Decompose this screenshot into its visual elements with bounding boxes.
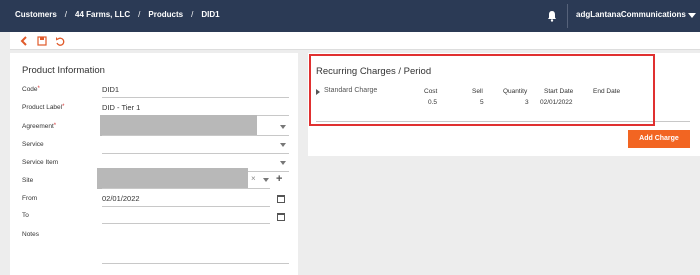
notification-bell-icon[interactable]: [546, 10, 558, 22]
notes-textarea[interactable]: [102, 231, 289, 261]
chevron-down-icon[interactable]: [280, 143, 286, 147]
site-label: Site: [22, 177, 34, 184]
back-arrow-icon[interactable]: [18, 35, 30, 47]
undo-icon[interactable]: [54, 35, 66, 47]
from-label: From: [22, 195, 38, 202]
from-underline: [102, 206, 270, 207]
service-item-label: Service Item: [22, 159, 59, 166]
site-select[interactable]: [97, 168, 248, 189]
save-icon[interactable]: [36, 35, 48, 47]
product-label-label: Product Label*: [22, 104, 65, 111]
highlight-annotation: [309, 54, 655, 126]
add-site-icon[interactable]: +: [276, 174, 282, 185]
breadcrumb-separator: /: [64, 10, 68, 19]
breadcrumb-customer-name[interactable]: 44 Farms, LLC: [75, 10, 130, 19]
breadcrumb-separator: /: [191, 10, 194, 19]
add-charge-button[interactable]: Add Charge: [628, 130, 690, 148]
calendar-icon[interactable]: [277, 213, 285, 221]
breadcrumb-products[interactable]: Products: [148, 10, 183, 19]
breadcrumb-customers[interactable]: Customers: [15, 10, 57, 19]
to-date-field[interactable]: [102, 211, 267, 220]
agreement-select[interactable]: [100, 115, 257, 136]
service-select[interactable]: [102, 141, 277, 150]
service-item-select[interactable]: [102, 159, 277, 168]
agreement-label: Agreement*: [22, 123, 57, 130]
product-label-field[interactable]: DID - Tier 1: [102, 103, 140, 112]
product-information-title: Product Information: [22, 65, 105, 76]
notes-label: Notes: [22, 231, 39, 238]
agreement-underline: [102, 135, 289, 136]
service-underline: [102, 153, 289, 154]
product-information-panel: Product Information Code* DID1 Product L…: [10, 53, 298, 275]
breadcrumb: Customers / 44 Farms, LLC / Products / D…: [15, 10, 220, 19]
chevron-down-icon[interactable]: [280, 125, 286, 129]
action-toolbar: [10, 32, 700, 50]
chevron-down-icon[interactable]: [688, 13, 696, 18]
calendar-icon[interactable]: [277, 195, 285, 203]
top-navigation-bar: Customers / 44 Farms, LLC / Products / D…: [0, 0, 700, 32]
to-label: To: [22, 212, 29, 219]
user-menu[interactable]: adgLantanaCommunications: [576, 10, 686, 19]
code-field[interactable]: DID1: [102, 85, 119, 94]
breadcrumb-separator: /: [138, 10, 141, 19]
topbar-divider: [567, 4, 568, 28]
chevron-down-icon[interactable]: [280, 161, 286, 165]
to-underline: [102, 223, 270, 224]
from-date-field[interactable]: 02/01/2022: [102, 194, 140, 203]
code-label: Code*: [22, 86, 40, 93]
service-label: Service: [22, 141, 44, 148]
clear-icon[interactable]: ×: [251, 174, 256, 183]
code-underline: [102, 97, 289, 98]
notes-underline: [102, 263, 289, 264]
chevron-down-icon[interactable]: [263, 178, 269, 182]
site-underline: [102, 188, 270, 189]
breadcrumb-current-product: DID1: [201, 10, 220, 19]
